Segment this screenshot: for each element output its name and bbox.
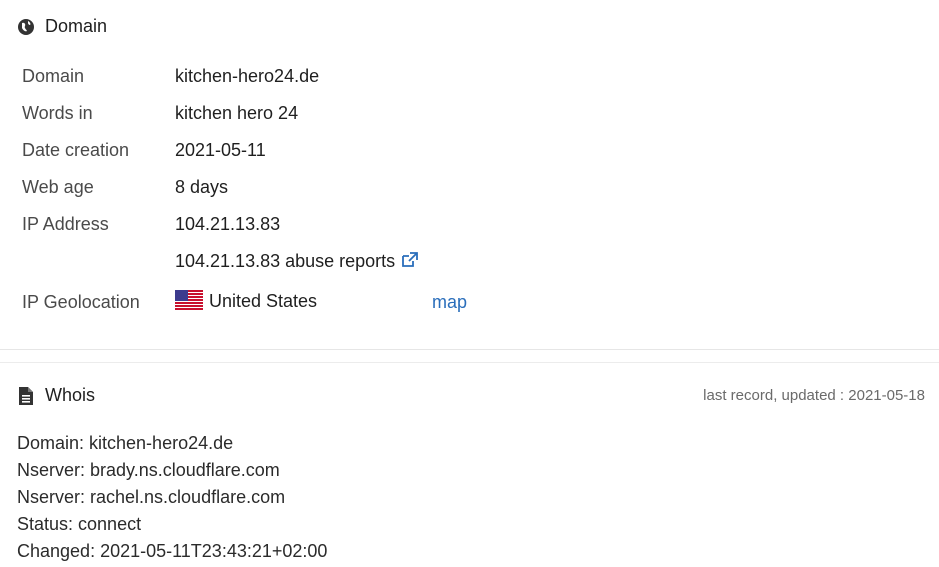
domain-section-title: Domain <box>45 16 108 36</box>
whois-section-header: Whois <box>17 385 95 406</box>
row-abuse-reports: 104.21.13.83 abuse reports <box>0 251 939 281</box>
whois-line: Status: connect <box>17 514 142 534</box>
whois-line: Nserver: rachel.ns.cloudflare.com <box>17 487 286 507</box>
row-value: 2021-05-11 <box>175 140 266 160</box>
external-link-icon <box>401 252 419 273</box>
geo-value: United States <box>175 290 317 312</box>
row-label: Web age <box>22 177 94 197</box>
domain-section-header: Domain <box>17 16 107 37</box>
row-label: IP Geolocation <box>22 292 140 312</box>
row-words-in: Words in kitchen hero 24 <box>0 103 939 133</box>
row-domain: Domain kitchen-hero24.de <box>0 66 939 96</box>
row-label: IP Address <box>22 214 109 234</box>
row-web-age: Web age 8 days <box>0 177 939 207</box>
whois-section-title: Whois <box>45 385 96 405</box>
divider <box>0 362 939 363</box>
whois-line: Changed: 2021-05-11T23:43:21+02:00 <box>17 541 328 561</box>
row-value: kitchen-hero24.de <box>175 66 320 86</box>
whois-record: Domain: kitchen-hero24.de Nserver: brady… <box>17 430 327 565</box>
row-ip-address: IP Address 104.21.13.83 <box>0 214 939 244</box>
geo-country: United States <box>209 291 318 311</box>
row-date-creation: Date creation 2021-05-11 <box>0 140 939 170</box>
row-ip-geolocation: IP Geolocation United States map <box>0 290 939 320</box>
globe-icon <box>17 18 35 36</box>
last-updated-text: last record, updated : 2021-05-18 <box>703 387 925 404</box>
whois-line: Nserver: brady.ns.cloudflare.com <box>17 460 280 480</box>
row-value: kitchen hero 24 <box>175 103 299 123</box>
map-link[interactable]: map <box>432 292 467 313</box>
row-label: Words in <box>22 103 93 123</box>
row-label: Date creation <box>22 140 130 160</box>
row-label: Domain <box>22 66 85 86</box>
row-value: 8 days <box>175 177 229 197</box>
document-icon <box>17 386 35 405</box>
us-flag-icon <box>175 290 203 310</box>
whois-line: Domain: kitchen-hero24.de <box>17 433 234 453</box>
abuse-reports-label: 104.21.13.83 abuse reports <box>175 251 396 271</box>
abuse-reports-link[interactable]: 104.21.13.83 abuse reports <box>175 251 419 273</box>
divider <box>0 349 939 350</box>
ip-address-link[interactable]: 104.21.13.83 <box>175 214 280 235</box>
